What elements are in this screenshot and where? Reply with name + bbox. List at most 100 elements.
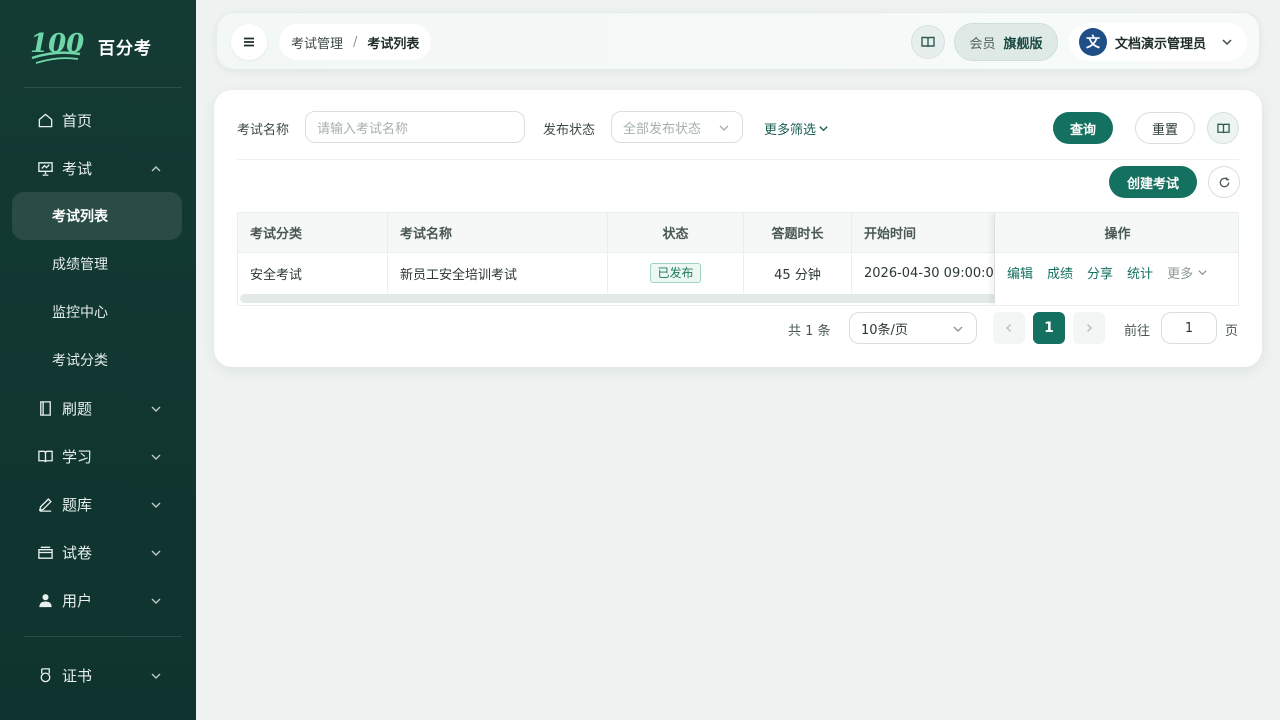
- column-header-duration[interactable]: 答题时长: [744, 213, 852, 253]
- user-menu[interactable]: 文 文档演示管理员: [1069, 23, 1247, 61]
- exam-table: 考试分类 考试名称 状态 答题时长 开始时间 安全考试 新员工安全培训考试 已发…: [237, 212, 1239, 306]
- column-header-category[interactable]: 考试分类: [238, 213, 388, 253]
- breadcrumb-separator: /: [353, 34, 358, 50]
- sidebar-item-label: 题库: [62, 495, 93, 514]
- chevron-down-icon: [952, 323, 964, 335]
- page-number-current[interactable]: 1: [1033, 312, 1065, 344]
- query-button[interactable]: 查询: [1053, 112, 1113, 144]
- docs-button[interactable]: [911, 25, 945, 59]
- avatar: 文: [1079, 28, 1107, 56]
- table-cell-status: 已发布: [608, 253, 744, 293]
- chevron-down-icon: [150, 668, 162, 680]
- menu-toggle-button[interactable]: [231, 24, 267, 60]
- table-cell-start-time: 2026-04-30 09:00:00: [852, 253, 995, 293]
- table-cell-duration: 45 分钟: [744, 253, 852, 293]
- presentation-icon: [36, 159, 54, 177]
- edit-link[interactable]: 编辑: [1007, 263, 1033, 282]
- publish-status-placeholder: 全部发布状态: [623, 121, 702, 137]
- page-size-value: 10条/页: [861, 322, 908, 338]
- table-horizontal-scrollbar[interactable]: [240, 294, 1074, 303]
- column-header-start-time[interactable]: 开始时间: [852, 213, 995, 253]
- scores-link[interactable]: 成绩: [1047, 263, 1073, 282]
- book-open-icon: [36, 447, 54, 465]
- page-unit-label: 页: [1225, 324, 1239, 339]
- sidebar-item-label: 证书: [62, 666, 93, 685]
- chevron-down-icon: [819, 126, 828, 132]
- sidebar-item-label: 学习: [62, 447, 93, 466]
- app-name: 百分考: [98, 38, 152, 59]
- column-header-status[interactable]: 状态: [608, 213, 744, 253]
- publish-status-label: 发布状态: [543, 123, 596, 138]
- hamburger-icon: [244, 37, 254, 47]
- brand[interactable]: 100 百分考: [28, 24, 152, 68]
- sidebar-subitem-exam-category[interactable]: 考试分类: [12, 336, 182, 384]
- membership-label: 会员: [969, 36, 996, 52]
- sidebar-item-study[interactable]: 学习: [12, 432, 182, 480]
- sidebar-subitem-label: 考试列表: [52, 209, 108, 225]
- stats-link[interactable]: 统计: [1127, 263, 1153, 282]
- sidebar-item-home[interactable]: 首页: [12, 96, 182, 144]
- top-header: 考试管理 / 考试列表 会员 旗舰版 文 文档演示管理员: [216, 12, 1260, 70]
- filter-divider: [237, 159, 1239, 160]
- chevron-up-icon: [150, 161, 162, 173]
- prev-page-button[interactable]: [993, 312, 1025, 344]
- chevron-down-icon: [150, 401, 162, 413]
- chevron-down-icon: [150, 545, 162, 557]
- column-header-name[interactable]: 考试名称: [388, 213, 608, 253]
- status-badge: 已发布: [650, 263, 701, 283]
- sidebar-item-label: 刷题: [62, 399, 93, 418]
- more-filters-toggle[interactable]: 更多筛选: [764, 119, 829, 138]
- sidebar-item-practice[interactable]: 刷题: [12, 384, 182, 432]
- chevron-left-icon: [1005, 323, 1012, 333]
- sidebar-item-question-bank[interactable]: 题库: [12, 480, 182, 528]
- sidebar-item-users[interactable]: 用户: [12, 576, 182, 624]
- table-cell-category: 安全考试: [238, 253, 388, 293]
- refresh-icon: [1219, 176, 1229, 187]
- breadcrumb-item-exam-management[interactable]: 考试管理: [291, 33, 343, 52]
- user-icon: [36, 591, 54, 609]
- exam-name-label: 考试名称: [237, 123, 290, 138]
- share-link[interactable]: 分享: [1087, 263, 1113, 282]
- more-actions-dropdown[interactable]: 更多: [1167, 263, 1208, 282]
- chevron-down-icon: [150, 593, 162, 605]
- row-actions: 编辑 成绩 分享 统计 更多: [1007, 263, 1208, 282]
- user-name: 文档演示管理员: [1115, 36, 1207, 52]
- help-docs-button[interactable]: [1207, 112, 1239, 144]
- sidebar-subitem-exam-list[interactable]: 考试列表: [12, 192, 182, 240]
- sidebar-item-label: 考试: [62, 159, 93, 178]
- sidebar-subitem-monitor-center[interactable]: 监控中心: [12, 288, 182, 336]
- next-page-button[interactable]: [1073, 312, 1105, 344]
- sidebar: 100 百分考 首页 考试 考试列表 成绩管理 监控中心 考试分类 刷题 学习: [0, 0, 196, 720]
- chevron-down-icon: [1221, 36, 1233, 48]
- exam-list-card: 考试名称 请输入考试名称 发布状态 全部发布状态 更多筛选 查询 重置 创建考试…: [214, 90, 1262, 367]
- medal-icon: [36, 666, 54, 684]
- sidebar-divider: [24, 636, 182, 637]
- sidebar-item-exam[interactable]: 考试: [12, 144, 182, 192]
- pen-icon: [36, 495, 54, 513]
- notebook-icon: [36, 399, 54, 417]
- book-open-icon: [921, 36, 935, 48]
- membership-badge[interactable]: 会员 旗舰版: [954, 23, 1058, 61]
- membership-level: 旗舰版: [1003, 36, 1043, 52]
- goto-page-input[interactable]: 1: [1161, 312, 1217, 344]
- sidebar-subitem-label: 成绩管理: [52, 257, 108, 273]
- sidebar-item-label: 首页: [62, 111, 93, 130]
- more-filters-label: 更多筛选: [764, 123, 817, 138]
- publish-status-select[interactable]: 全部发布状态: [611, 111, 743, 143]
- chevron-down-icon: [1198, 270, 1207, 276]
- goto-label: 前往: [1124, 324, 1151, 339]
- exam-name-placeholder: 请输入考试名称: [317, 121, 409, 137]
- column-header-actions: 操作: [995, 213, 1238, 253]
- reset-button[interactable]: 重置: [1135, 112, 1195, 144]
- chevron-down-icon: [718, 122, 730, 134]
- create-exam-button[interactable]: 创建考试: [1109, 166, 1197, 198]
- chevron-down-icon: [150, 449, 162, 461]
- sidebar-item-papers[interactable]: 试卷: [12, 528, 182, 576]
- refresh-button[interactable]: [1208, 166, 1240, 198]
- page-size-select[interactable]: 10条/页: [849, 312, 977, 344]
- sidebar-item-certificates[interactable]: 证书: [12, 651, 182, 699]
- sidebar-subitem-score-management[interactable]: 成绩管理: [12, 240, 182, 288]
- exam-name-input[interactable]: 请输入考试名称: [305, 111, 525, 143]
- paper-stack-icon: [36, 543, 54, 561]
- breadcrumb-item-current: 考试列表: [367, 36, 420, 52]
